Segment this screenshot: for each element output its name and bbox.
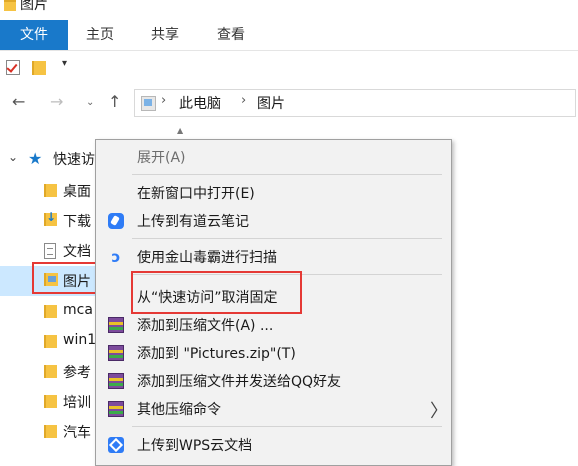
- menu-item-label: 展开(A): [137, 150, 186, 166]
- tab-file[interactable]: 文件: [0, 20, 68, 50]
- folder-icon: [44, 365, 57, 378]
- location-icon: [141, 96, 156, 111]
- menu-separator: [132, 426, 442, 427]
- tree-item-label: 下载: [63, 214, 91, 230]
- winrar-icon: [108, 317, 124, 333]
- quick-access-toolbar: ▾: [0, 52, 578, 84]
- menu-separator: [132, 174, 442, 175]
- menu-item-kingsoft-scan[interactable]: ↄ 使用金山毒霸进行扫描: [96, 243, 451, 271]
- document-icon: [44, 243, 56, 259]
- folder-icon: [44, 395, 57, 408]
- ribbon-tabs: 文件 主页 共享 查看: [0, 20, 578, 51]
- tree-item-label: win1: [63, 332, 97, 348]
- menu-item-open-new-window[interactable]: 在新窗口中打开(E): [96, 179, 451, 207]
- star-icon: ★: [28, 149, 43, 168]
- scroll-up-icon[interactable]: ▲: [177, 126, 183, 135]
- new-folder-icon[interactable]: [32, 61, 46, 75]
- tree-item-win1[interactable]: win1: [0, 327, 110, 357]
- tab-view[interactable]: 查看: [200, 20, 262, 50]
- tree-item-label: 桌面: [63, 184, 91, 200]
- tree-item-reference[interactable]: 参考: [0, 357, 110, 387]
- menu-item-label: 添加到压缩文件并发送给QQ好友: [137, 374, 342, 390]
- folder-icon: [44, 305, 57, 318]
- menu-item-add-to-archive[interactable]: 添加到压缩文件(A) ...: [96, 311, 451, 339]
- menu-item-other-compress[interactable]: 其他压缩命令 〉: [96, 395, 451, 423]
- breadcrumb-this-pc[interactable]: 此电脑: [179, 93, 221, 113]
- folder-icon: [4, 0, 16, 11]
- navigation-pane: ⌄ ★ 快速访 桌面 下载 文档 图片 mca win1 参考 培训 汽车: [0, 140, 110, 466]
- menu-item-archive-send-qq[interactable]: 添加到压缩文件并发送给QQ好友: [96, 367, 451, 395]
- tree-item-training[interactable]: 培训: [0, 387, 110, 417]
- tree-item-desktop[interactable]: 桌面: [0, 176, 110, 206]
- tab-home[interactable]: 主页: [70, 20, 130, 50]
- menu-separator: [132, 238, 442, 239]
- menu-item-label: 添加到 "Pictures.zip"(T): [137, 346, 296, 362]
- folder-icon: [44, 425, 57, 438]
- window-title: 图片: [20, 0, 48, 13]
- tree-item-quick-access[interactable]: ⌄ ★ 快速访: [0, 144, 110, 174]
- youdao-note-icon: [108, 213, 124, 229]
- chevron-down-icon[interactable]: ⌄: [8, 150, 18, 164]
- address-bar[interactable]: › 此电脑 › 图片: [134, 89, 576, 117]
- tab-share[interactable]: 共享: [132, 20, 198, 50]
- navigation-bar: ← → ⌄ ↑ › 此电脑 › 图片: [0, 88, 578, 118]
- forward-button[interactable]: →: [50, 92, 63, 111]
- highlight-box: [131, 271, 302, 314]
- tree-item-label: 快速访: [53, 152, 95, 168]
- tree-item-label: 文档: [63, 244, 91, 260]
- winrar-icon: [108, 373, 124, 389]
- tree-item-label: mca: [63, 302, 93, 318]
- menu-item-label: 上传到WPS云文档: [137, 438, 253, 454]
- properties-check-icon[interactable]: [6, 60, 20, 75]
- up-button[interactable]: ↑: [108, 92, 121, 111]
- chevron-right-icon[interactable]: ›: [241, 93, 246, 108]
- menu-item-label: 其他压缩命令: [137, 402, 221, 418]
- download-folder-icon: [44, 210, 57, 226]
- chevron-right-icon[interactable]: ›: [161, 93, 166, 108]
- tree-item-downloads[interactable]: 下载: [0, 206, 110, 236]
- menu-item-upload-youdao[interactable]: 上传到有道云笔记: [96, 207, 451, 235]
- chevron-right-icon: 〉: [430, 401, 448, 422]
- folder-icon: [44, 184, 57, 197]
- tree-item-mca[interactable]: mca: [0, 297, 110, 327]
- folder-icon: [44, 335, 57, 348]
- wps-cloud-icon: [108, 437, 124, 453]
- winrar-icon: [108, 401, 124, 417]
- menu-item-label: 添加到压缩文件(A) ...: [137, 318, 274, 334]
- tree-item-car[interactable]: 汽车: [0, 417, 110, 447]
- title-bar: 图片: [0, 0, 578, 16]
- tree-item-label: 培训: [63, 395, 91, 411]
- menu-item-label: 在新窗口中打开(E): [137, 186, 255, 202]
- menu-item-label: 上传到有道云笔记: [137, 214, 249, 230]
- breadcrumb-pictures[interactable]: 图片: [257, 93, 285, 113]
- recent-locations-icon[interactable]: ⌄: [86, 97, 94, 108]
- menu-item-upload-wps[interactable]: 上传到WPS云文档: [96, 431, 451, 459]
- customize-toolbar-dropdown[interactable]: ▾: [62, 58, 67, 69]
- back-button[interactable]: ←: [12, 92, 25, 111]
- menu-item-add-to-zip[interactable]: 添加到 "Pictures.zip"(T): [96, 339, 451, 367]
- menu-item-expand: 展开(A): [96, 143, 451, 171]
- menu-item-label: 使用金山毒霸进行扫描: [137, 250, 277, 266]
- tree-item-label: 参考: [63, 365, 91, 381]
- kingsoft-antivirus-icon: ↄ: [111, 248, 121, 266]
- winrar-icon: [108, 345, 124, 361]
- tree-item-label: 汽车: [63, 425, 91, 441]
